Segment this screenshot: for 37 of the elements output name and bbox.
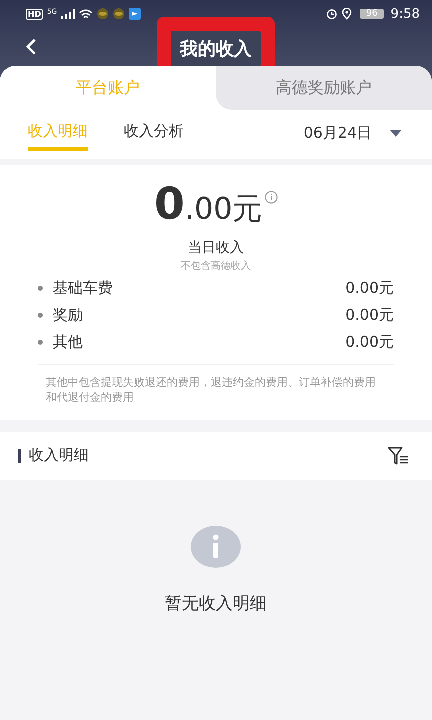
- income-tab[interactable]: 收入分析: [124, 116, 184, 151]
- bullet-icon: [38, 313, 43, 318]
- daily-income-label: 当日收入: [188, 239, 244, 257]
- other-fees-note: 其他中包含提现失败退还的费用，退违约金的费用、订单补偿的费用和代退付金的费用: [46, 375, 377, 406]
- wifi-icon: [79, 8, 94, 20]
- hd-indicator: HD: [26, 8, 44, 20]
- status-time: 9:58: [390, 6, 420, 22]
- date-picker[interactable]: 06月24日: [298, 123, 378, 144]
- income-item-name: 基础车费: [53, 279, 113, 298]
- income-tab[interactable]: 收入明细: [28, 116, 88, 151]
- filter-icon[interactable]: [388, 446, 410, 465]
- income-item-value: 0.00元: [346, 279, 394, 298]
- section-marker: [18, 448, 21, 463]
- battery-indicator: 96: [360, 9, 384, 19]
- app-icon: [113, 8, 126, 20]
- page-title: 我的收入: [171, 31, 261, 67]
- signal-icon: [61, 9, 76, 19]
- app-icon: [129, 8, 142, 20]
- income-item-value: 0.00元: [346, 306, 394, 325]
- caret-icon[interactable]: [390, 130, 402, 138]
- income-item-value: 0.00元: [346, 333, 394, 352]
- amount-decimal: .00元: [184, 195, 263, 225]
- empty-state-text: 暂无收入明细: [165, 592, 267, 615]
- bullet-icon: [38, 286, 43, 291]
- amount-integer: 0: [154, 183, 185, 227]
- info-icon[interactable]: [264, 191, 278, 204]
- alarm-icon: [326, 8, 338, 20]
- app-icon: [97, 8, 110, 20]
- account-tab[interactable]: 高德奖励账户: [216, 66, 432, 110]
- location-icon: [342, 8, 352, 20]
- income-item-name: 其他: [53, 333, 83, 352]
- income-item-name: 奖励: [53, 306, 83, 325]
- info-icon: [191, 526, 241, 568]
- back-icon[interactable]: [25, 38, 37, 56]
- income-note: 不包含高德收入: [181, 260, 251, 273]
- bullet-icon: [38, 340, 43, 345]
- section-title: 收入明细: [29, 446, 89, 466]
